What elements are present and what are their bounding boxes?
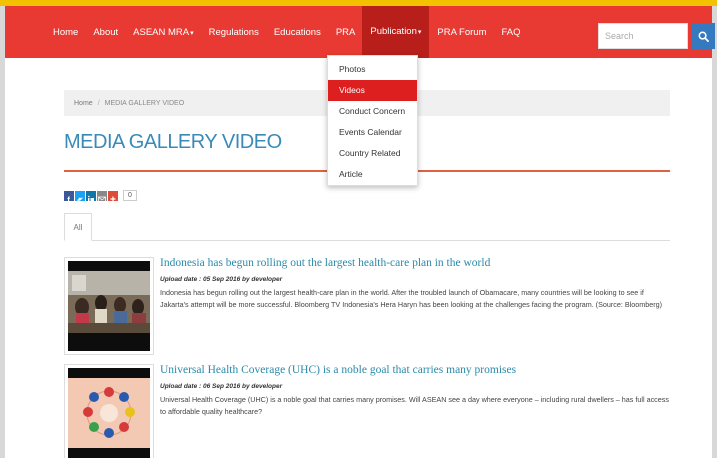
twitter-icon[interactable] (75, 190, 85, 201)
nav-item-label: PRA (335, 26, 356, 38)
nav-item-label: Regulations (208, 26, 259, 38)
dropdown-item-country-related[interactable]: Country Related (328, 143, 417, 164)
search-button[interactable] (691, 23, 715, 49)
nav-item-label: Publication (370, 26, 417, 37)
left-border (0, 6, 5, 458)
chevron-down-icon: ▾ (417, 29, 422, 36)
breadcrumb-home-link[interactable]: Home (74, 100, 93, 107)
publication-dropdown-menu: Photos Videos Conduct Concern Events Cal… (327, 55, 418, 186)
nav-item-home[interactable]: Home (53, 27, 78, 38)
share-count: 0 (123, 190, 137, 201)
nav-item-label: Educations (273, 26, 321, 38)
dropdown-item-conduct-concern[interactable]: Conduct Concern (328, 101, 417, 122)
video-thumbnail[interactable] (68, 368, 150, 458)
dropdown-item-events-calendar[interactable]: Events Calendar (328, 122, 417, 143)
breadcrumb-current: MEDIA GALLERY VIDEO (104, 99, 185, 107)
video-description: Indonesia has begun rolling out the larg… (160, 288, 662, 309)
video-description: Universal Health Coverage (UHC) is a nob… (160, 395, 669, 416)
tabs-divider (64, 240, 670, 241)
nav-item-educations[interactable]: Educations (274, 27, 321, 38)
nav-item-asean-mra[interactable]: ASEAN MRA▾ (133, 27, 193, 38)
video-list-item: Indonesia has begun rolling out the larg… (64, 257, 670, 357)
main-navbar: Home About ASEAN MRA▾ Regulations Educat… (5, 6, 715, 58)
right-border (712, 6, 717, 458)
nav-item-label: ASEAN MRA (133, 26, 190, 38)
tab-all[interactable]: All (64, 213, 92, 241)
dropdown-item-photos[interactable]: Photos (328, 59, 417, 80)
chevron-down-icon: ▾ (190, 29, 194, 37)
linkedin-icon[interactable] (86, 190, 96, 202)
dropdown-item-article[interactable]: Article (328, 164, 417, 185)
nav-menu: Home About ASEAN MRA▾ Regulations Educat… (53, 6, 536, 58)
nav-item-faq[interactable]: FAQ (502, 27, 521, 38)
nav-item-about[interactable]: About (93, 27, 118, 38)
email-icon[interactable] (97, 190, 107, 202)
nav-item-pra-forum[interactable]: PRA Forum (437, 27, 486, 38)
breadcrumb-separator: / (97, 99, 100, 107)
tab-all-label: All (73, 222, 83, 232)
video-title-link[interactable]: Universal Health Coverage (UHC) is a nob… (160, 364, 516, 376)
google-plus-icon[interactable] (108, 190, 118, 201)
nav-item-label: FAQ (501, 26, 521, 38)
video-thumbnail-frame (64, 364, 154, 458)
nav-item-label: Home (53, 26, 79, 38)
svg-text:f: f (67, 195, 70, 204)
video-list-item: Universal Health Coverage (UHC) is a nob… (64, 364, 670, 458)
nav-item-label: PRA Forum (437, 26, 487, 38)
nav-item-pra[interactable]: PRA (336, 27, 356, 38)
video-thumbnail-frame (64, 257, 154, 355)
video-thumbnail[interactable] (68, 261, 150, 351)
nav-item-publication[interactable]: Publication▾ (362, 6, 430, 58)
search-icon (698, 31, 709, 42)
dropdown-item-videos[interactable]: Videos (328, 80, 417, 101)
page-title: MEDIA GALLERY VIDEO (64, 131, 282, 153)
video-title-link[interactable]: Indonesia has begun rolling out the larg… (160, 257, 490, 269)
facebook-icon[interactable]: f (64, 190, 74, 204)
search-input[interactable] (598, 23, 688, 49)
nav-item-regulations[interactable]: Regulations (209, 27, 259, 38)
nav-item-label: About (93, 26, 119, 38)
share-bar: f 0 (64, 190, 137, 204)
video-upload-date: Upload date : 06 Sep 2016 by developer (160, 383, 283, 390)
video-upload-date: Upload date : 05 Sep 2016 by developer (160, 276, 283, 283)
